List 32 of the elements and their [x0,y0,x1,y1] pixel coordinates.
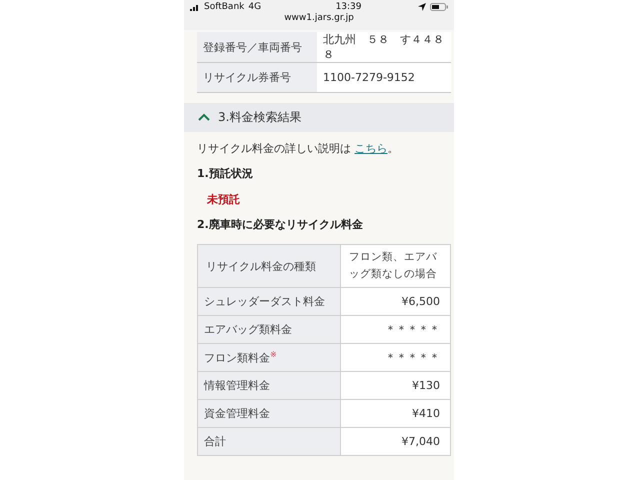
deposit-status: 未預託 [207,192,241,208]
table-cell: ＊＊＊＊＊ [340,344,450,372]
table-cell: ¥7,040 [340,428,450,456]
table-cell: ¥410 [340,400,450,428]
section-heading: 1.預託状況 [197,166,254,182]
chevron-icon [198,113,210,122]
table-cell: シュレッダーダスト料金 [198,288,340,316]
table-cell: 情報管理料金 [198,372,340,400]
clock-time: 13:39 [336,2,362,12]
table-cell: 合計 [198,428,340,456]
network-type: 4G [248,2,262,12]
table-cell: ¥6,500 [340,288,450,316]
table-cell: ＊＊＊＊＊ [340,316,450,344]
signal-icon [190,4,200,10]
intro-text: リサイクル料金の詳しい説明は こちら。 [197,141,400,157]
carrier-name: SoftBank [204,2,244,12]
table-cell: ¥130 [340,372,450,400]
details-link[interactable]: こちら [354,142,388,155]
table-cell: 1100-7279-9152 [317,62,451,92]
location-arrow-icon [418,3,426,11]
table-cell: 北九州 ５８ す４４８８ [317,32,451,62]
column-header: リサイクル料金の種類 [198,244,340,288]
table-cell: リサイクル券番号 [197,62,317,92]
column-header: フロン類、エアバッグ類なしの場合 [340,244,450,288]
table-cell: フロン類料金$^{※}$ [198,344,340,372]
table-cell: 登録番号／車両番号 [197,32,317,62]
battery-icon [430,3,448,11]
page-url: www1.jars.gr.jp [284,13,354,23]
section-heading: 2.廃車時に必要なリサイクル料金 [197,217,364,233]
section-header[interactable]: 3.料金検索結果 [184,103,454,132]
table-cell: エアバッグ類料金 [198,316,340,344]
table-cell: 資金管理料金 [198,400,340,428]
